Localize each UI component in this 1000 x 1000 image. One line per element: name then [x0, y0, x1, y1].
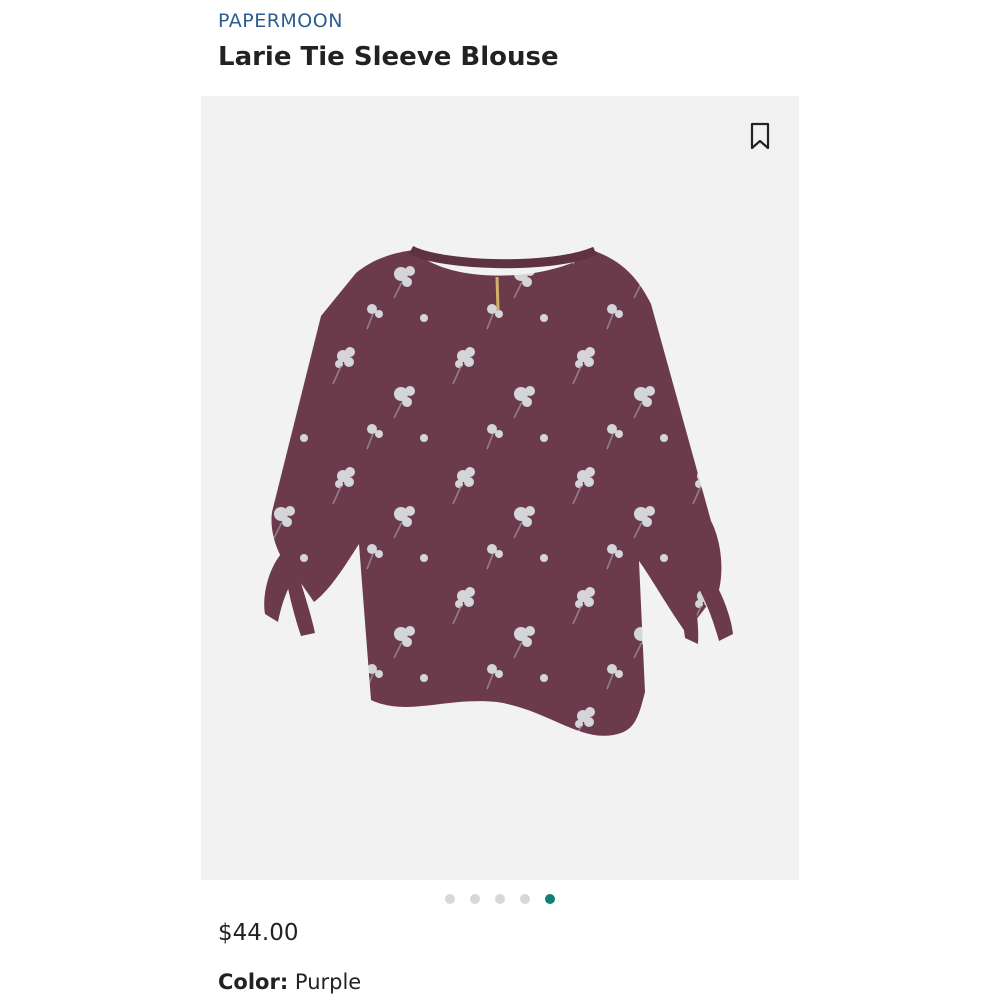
pagination-dot-4[interactable]	[520, 894, 530, 904]
bookmark-icon[interactable]	[749, 122, 771, 150]
pagination-dot-2[interactable]	[470, 894, 480, 904]
product-price: $44.00	[218, 920, 299, 946]
product-detail-page: PAPERMOON Larie Tie Sleeve Blouse $44.00…	[0, 0, 1000, 1000]
color-label: Color:	[218, 970, 289, 994]
image-pagination	[445, 894, 555, 904]
product-image-carousel[interactable]	[201, 96, 799, 880]
pagination-dot-5-active[interactable]	[545, 894, 555, 904]
product-title: Larie Tie Sleeve Blouse	[218, 42, 559, 72]
pagination-dot-1[interactable]	[445, 894, 455, 904]
brand-name[interactable]: PAPERMOON	[218, 10, 343, 32]
pagination-dot-3[interactable]	[495, 894, 505, 904]
blouse-image	[264, 245, 733, 736]
product-color: Color: Purple	[218, 970, 361, 994]
color-value: Purple	[294, 970, 362, 994]
